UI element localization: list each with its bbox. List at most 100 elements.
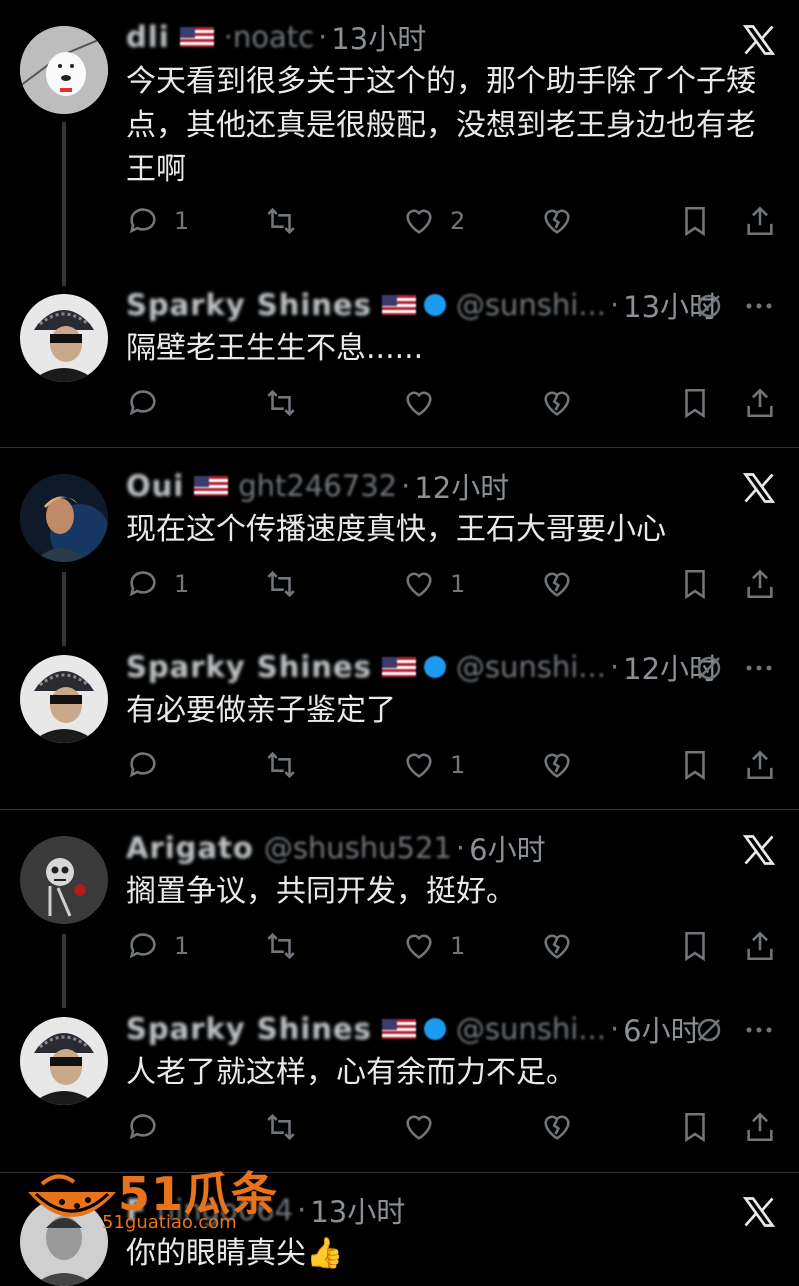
flag-icon <box>381 295 416 315</box>
author-handle[interactable]: @sunshi... <box>456 650 606 684</box>
dislike-button[interactable] <box>540 1107 574 1147</box>
bookmark-button[interactable] <box>678 383 712 423</box>
reply-button[interactable]: 1 <box>126 564 189 604</box>
like-button[interactable] <box>402 1107 450 1147</box>
x-logo-icon[interactable] <box>739 1192 779 1232</box>
like-button[interactable]: 2 <box>402 201 465 241</box>
retweet-icon <box>267 570 295 598</box>
verified-icon <box>423 656 446 678</box>
share-button[interactable] <box>743 383 777 423</box>
dislike-button[interactable] <box>540 201 574 241</box>
grok-icon[interactable] <box>689 286 729 326</box>
x-logo-icon[interactable] <box>739 830 779 870</box>
avatar[interactable] <box>20 294 108 382</box>
retweet-icon <box>267 207 295 235</box>
avatar[interactable] <box>20 474 108 562</box>
retweet-button[interactable] <box>264 926 312 966</box>
action-bar: 1 1 <box>126 564 779 604</box>
retweet-button[interactable] <box>264 383 312 423</box>
reply-button[interactable] <box>126 1107 174 1147</box>
more-icon[interactable] <box>739 286 779 326</box>
avatar[interactable] <box>20 26 108 114</box>
more-icon[interactable] <box>739 648 779 688</box>
author-name[interactable]: Sparky Shines <box>126 288 372 322</box>
avatar[interactable] <box>20 1017 108 1105</box>
share-button[interactable] <box>743 926 777 966</box>
like-button[interactable]: 1 <box>402 745 465 785</box>
x-logo-icon[interactable] <box>739 468 779 508</box>
share-icon <box>747 388 773 418</box>
author-handle[interactable]: ·noatc <box>224 20 314 54</box>
dislike-button[interactable] <box>540 745 574 785</box>
like-button[interactable]: 1 <box>402 926 465 966</box>
bookmark-button[interactable] <box>678 926 712 966</box>
reply-count: 1 <box>174 932 190 960</box>
author-name[interactable]: Sparky Shines <box>126 650 372 684</box>
author-handle[interactable]: @sunshi... <box>456 288 606 322</box>
x-logo-icon[interactable] <box>739 20 779 60</box>
watermark-url: 51guatiao.com <box>102 1212 237 1233</box>
separator: · <box>318 20 328 54</box>
reply-count: 1 <box>174 207 190 235</box>
thread-line <box>62 572 66 646</box>
reply-button[interactable]: 1 <box>126 926 189 966</box>
share-button[interactable] <box>743 745 777 785</box>
retweet-icon <box>267 932 295 960</box>
dislike-button[interactable] <box>540 926 574 966</box>
timestamp[interactable]: 13小时 <box>310 1189 405 1231</box>
retweet-button[interactable] <box>264 745 312 785</box>
thread-line <box>62 122 66 286</box>
reply-count: 1 <box>174 570 190 598</box>
more-icon[interactable] <box>739 1010 779 1050</box>
share-button[interactable] <box>743 1107 777 1147</box>
timestamp[interactable]: 13小时 <box>331 16 426 58</box>
heart-icon <box>406 753 432 778</box>
reply-button[interactable] <box>126 745 174 785</box>
dislike-button[interactable] <box>540 564 574 604</box>
author-name[interactable]: dli <box>126 20 170 54</box>
action-bar: 1 <box>126 745 779 785</box>
bookmark-button[interactable] <box>678 564 712 604</box>
share-icon <box>747 1112 773 1142</box>
heart-icon <box>406 934 432 959</box>
divider <box>0 447 799 448</box>
author-name[interactable]: Arigato <box>126 831 254 865</box>
tweet-header: Arigato @shushu521 · 6小时 <box>126 829 779 867</box>
broken-heart-icon <box>544 934 570 959</box>
heart-icon <box>406 1115 432 1140</box>
timestamp[interactable]: 12小时 <box>414 465 509 507</box>
share-button[interactable] <box>743 201 777 241</box>
like-button[interactable]: 1 <box>402 564 465 604</box>
author-name[interactable]: Sparky Shines <box>126 1012 372 1046</box>
author-handle[interactable]: @sunshi... <box>456 1012 606 1046</box>
retweet-button[interactable] <box>264 564 312 604</box>
grok-icon[interactable] <box>689 1010 729 1050</box>
reply-button[interactable]: 1 <box>126 201 189 241</box>
retweet-button[interactable] <box>264 1107 312 1147</box>
retweet-button[interactable] <box>264 201 312 241</box>
like-button[interactable] <box>402 383 450 423</box>
share-icon <box>747 206 773 236</box>
watermark: 51瓜条 51guatiao.com <box>22 1158 282 1238</box>
tweet-text: 搁置争议，共同开发，挺好。 <box>126 874 516 909</box>
thread-line <box>62 934 66 1008</box>
author-handle[interactable]: ght246732 <box>238 469 397 503</box>
grok-icon[interactable] <box>689 648 729 688</box>
bookmark-button[interactable] <box>678 1107 712 1147</box>
avatar[interactable] <box>20 655 108 743</box>
share-icon <box>747 931 773 961</box>
bookmark-button[interactable] <box>678 745 712 785</box>
verified-icon <box>423 1018 446 1040</box>
tweet-header: Sparky Shines @sunshi... · 13小时 <box>126 286 779 324</box>
avatar[interactable] <box>20 836 108 924</box>
divider <box>0 809 799 810</box>
bookmark-icon <box>685 569 705 600</box>
timestamp[interactable]: 6小时 <box>469 827 545 869</box>
share-button[interactable] <box>743 564 777 604</box>
dislike-button[interactable] <box>540 383 574 423</box>
bookmark-button[interactable] <box>678 201 712 241</box>
reply-button[interactable] <box>126 383 174 423</box>
retweet-icon <box>267 389 295 417</box>
author-handle[interactable]: @shushu521 <box>264 831 452 865</box>
author-name[interactable]: Oui <box>126 469 184 503</box>
